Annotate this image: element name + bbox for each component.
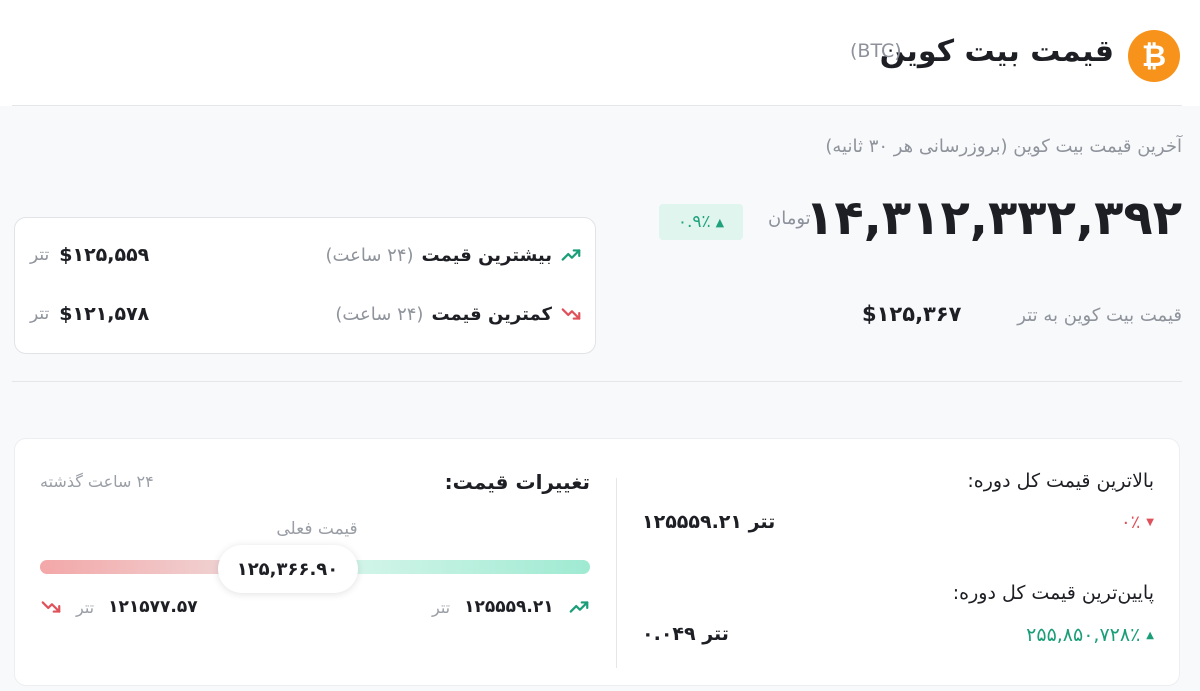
usdt-price-value: $۱۲۵,۳۶۷ [862, 302, 962, 326]
trend-down-icon [41, 601, 61, 613]
panel-divider [616, 478, 617, 668]
toman-label: تومان [768, 208, 811, 229]
range-high: تتر ۱۲۵۵۵۹.۲۱ [432, 596, 590, 618]
change-percent: ۰.۹٪ [677, 212, 711, 232]
header-divider [12, 105, 1182, 106]
page-title: قیمت بیت کوین [879, 34, 1114, 69]
alltime-low-value: ۰.۰۴۹ تتر [642, 623, 729, 645]
caret-up-icon: ▲ [1146, 629, 1154, 641]
alltime-high-change: ▼ ۰٪ [1121, 512, 1154, 533]
price-changes-period: ۲۴ ساعت گذشته [40, 472, 154, 491]
low-unit: تتر [30, 304, 50, 324]
trend-up-icon [569, 601, 588, 613]
low-period: (۲۴ ساعت) [335, 303, 424, 325]
stat-row-high: بیشترین قیمت (۲۴ ساعت) $۱۲۵,۵۵۹ تتر [30, 240, 582, 270]
high-unit: تتر [30, 245, 50, 265]
current-price-marker: ۱۲۵,۳۶۶.۹۰ [217, 545, 358, 593]
price-toman: ۱۴,۳۱۲,۳۳۲,۳۹۲ [805, 190, 1182, 246]
change-badge: ۰.۹٪ ▲ [659, 204, 743, 240]
range-high-value: ۱۲۵۵۵۹.۲۱ [464, 597, 554, 617]
alltime-high-label: بالاترین قیمت کل دوره: [967, 470, 1154, 492]
caret-up-icon: ▲ [715, 215, 725, 229]
alltime-high-value: ۱۲۵۵۵۹.۲۱ تتر [642, 511, 776, 533]
trend-up-icon [561, 249, 581, 261]
update-note: آخرین قیمت بیت کوین (بروزرسانی هر ۳۰ ثان… [825, 136, 1182, 157]
current-price-label: قیمت فعلی [276, 519, 358, 539]
trend-down-icon [561, 308, 581, 320]
alltime-low-change-value: ۲۵۵,۸۵۰,۷۲۸٪ [1026, 624, 1141, 646]
caret-down-icon: ▼ [1146, 517, 1154, 528]
high-value: $۱۲۵,۵۵۹ [59, 244, 150, 266]
range-low-unit: تتر [76, 597, 95, 617]
range-high-unit: تتر [432, 597, 451, 617]
alltime-low-label: پایین‌ترین قیمت کل دوره: [952, 582, 1154, 604]
range-low: تتر ۱۲۱۵۷۷.۵۷ [40, 596, 198, 618]
usdt-price-label: قیمت بیت کوین به تتر [1017, 305, 1182, 326]
stats-24h-card [14, 217, 596, 354]
range-low-value: ۱۲۱۵۷۷.۵۷ [108, 597, 198, 617]
alltime-high-change-value: ۰٪ [1120, 512, 1141, 533]
price-changes-title: تغییرات قیمت: [444, 470, 590, 494]
stat-row-low: کمترین قیمت (۲۴ ساعت) $۱۲۱,۵۷۸ تتر [30, 299, 582, 329]
high-period: (۲۴ ساعت) [325, 244, 414, 266]
bitcoin-logo-icon: ₿ [1128, 30, 1180, 82]
alltime-low-change: ▲ ۲۵۵,۸۵۰,۷۲۸٪ [1026, 624, 1154, 646]
high-label: بیشترین قیمت [421, 244, 552, 266]
low-value: $۱۲۱,۵۷۸ [59, 303, 150, 325]
ticker-symbol: (BTC) [850, 40, 902, 62]
section-divider [12, 381, 1182, 382]
low-label: کمترین قیمت [431, 303, 552, 325]
